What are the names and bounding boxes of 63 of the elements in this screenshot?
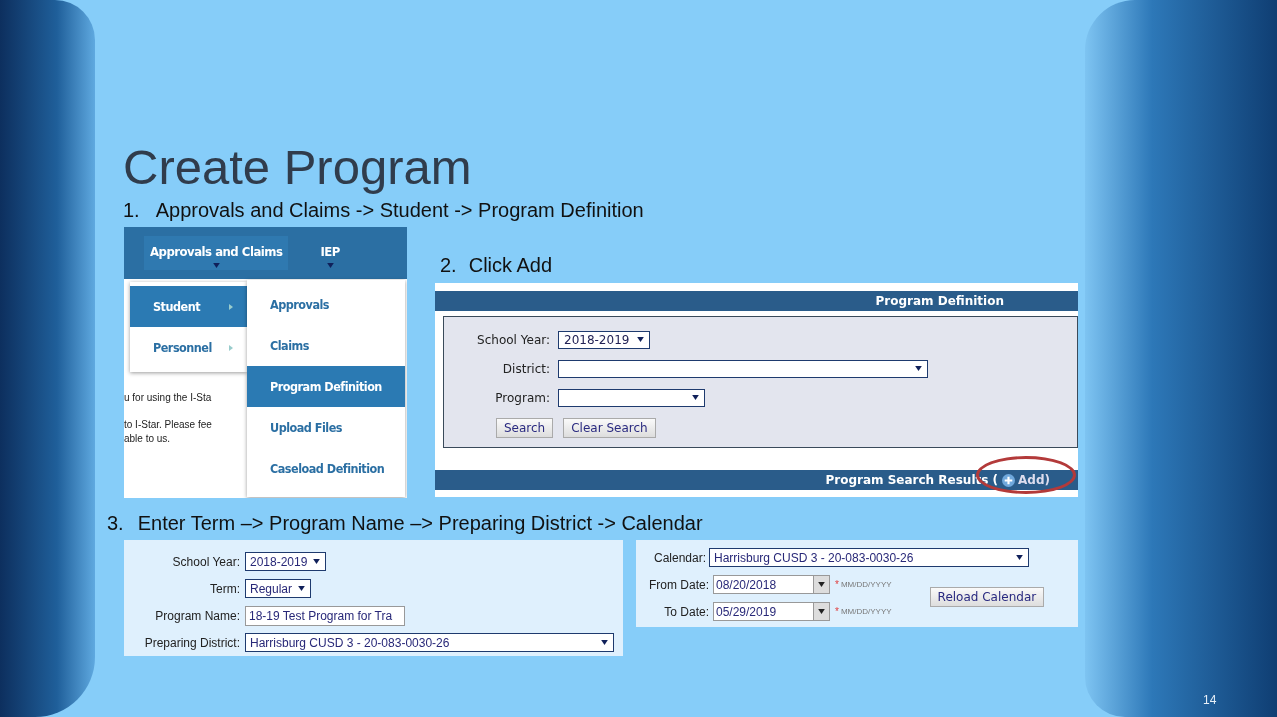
submenu-item[interactable]: Personnel — [130, 327, 247, 368]
caret-icon — [601, 640, 608, 645]
select-field[interactable]: Harrisburg CUSD 3 - 20-083-0030-26 — [245, 633, 614, 652]
field-label: School Year: — [476, 332, 551, 347]
menu-item[interactable]: Upload Files — [247, 407, 405, 448]
step-number: 2. — [440, 253, 457, 277]
search-button[interactable]: Clear Search — [563, 418, 656, 438]
slide-title: Create Program — [123, 139, 473, 196]
caret-icon — [818, 582, 825, 587]
panel-header: Program Definition — [435, 291, 1078, 311]
step-text: Enter Term –> Program Name –> Preparing District -> Calendar — [137, 511, 703, 535]
menu-item[interactable]: Program Definition — [247, 366, 405, 407]
field-label: Term: — [209, 581, 241, 596]
submenu-item[interactable]: Student — [130, 286, 247, 327]
date-field[interactable]: 05/29/2019 — [713, 602, 830, 621]
chevron-icon — [229, 303, 233, 310]
page-number: 14 — [1203, 693, 1217, 707]
nav-menu-item[interactable]: Approvals and Claims — [144, 236, 289, 270]
field-label: Calendar: — [652, 550, 707, 565]
select-field[interactable]: Regular — [245, 579, 312, 598]
caret-icon — [818, 609, 825, 614]
date-field[interactable]: 08/20/2018 — [713, 575, 830, 594]
step-text: Click Add — [468, 253, 553, 277]
menu-item[interactable]: Approvals — [247, 284, 405, 325]
step-number: 3. — [107, 511, 124, 535]
required-mark: * — [835, 606, 839, 617]
caret-icon — [692, 395, 699, 400]
caret-icon — [298, 586, 306, 591]
field-label: From Date: — [648, 577, 710, 592]
select-field[interactable]: 2018-2019 — [245, 552, 327, 571]
field-label: Program Name: — [154, 608, 241, 623]
menu-item[interactable]: Claims — [247, 325, 405, 366]
field-label: District: — [501, 361, 551, 376]
caret-icon — [326, 263, 334, 268]
date-format-hint: MM/DD/YYYY — [840, 607, 892, 616]
date-format-hint: MM/DD/YYYY — [840, 580, 892, 589]
step-number: 1. — [123, 198, 140, 222]
menu-item[interactable]: Caseload Definition — [247, 448, 405, 489]
chevron-icon — [229, 344, 233, 351]
select-field[interactable] — [558, 359, 928, 378]
page-text: to I-Star. Please fee — [124, 418, 213, 432]
select-field[interactable]: 2018-2019 — [558, 330, 650, 349]
field-label: Preparing District: — [143, 635, 241, 650]
plus-icon — [1002, 473, 1016, 487]
caret-icon — [1016, 555, 1023, 560]
page-text: able to us. — [124, 432, 172, 446]
nav-menu-item[interactable]: IEP — [314, 236, 346, 270]
caret-icon — [313, 559, 321, 564]
select-field[interactable]: Harrisburg CUSD 3 - 20-083-0030-26 — [709, 548, 1029, 567]
caret-icon — [637, 337, 644, 342]
field-label: Program: — [494, 390, 551, 405]
text-field[interactable]: 18-19 Test Program for Tra — [245, 605, 405, 626]
search-button[interactable]: Search — [496, 418, 554, 438]
field-label: School Year: — [171, 554, 241, 569]
required-mark: * — [835, 579, 839, 590]
caret-icon — [915, 366, 922, 371]
field-label: To Date: — [663, 604, 710, 619]
caret-icon — [212, 263, 220, 268]
reload-button[interactable]: Reload Calendar — [929, 587, 1045, 607]
select-field[interactable] — [558, 388, 705, 407]
page-text: u for using the I-Sta — [124, 391, 213, 405]
step-text: Approvals and Claims -> Student -> Program Definition — [155, 198, 644, 222]
add-link[interactable]: Add) — [1002, 470, 1050, 490]
